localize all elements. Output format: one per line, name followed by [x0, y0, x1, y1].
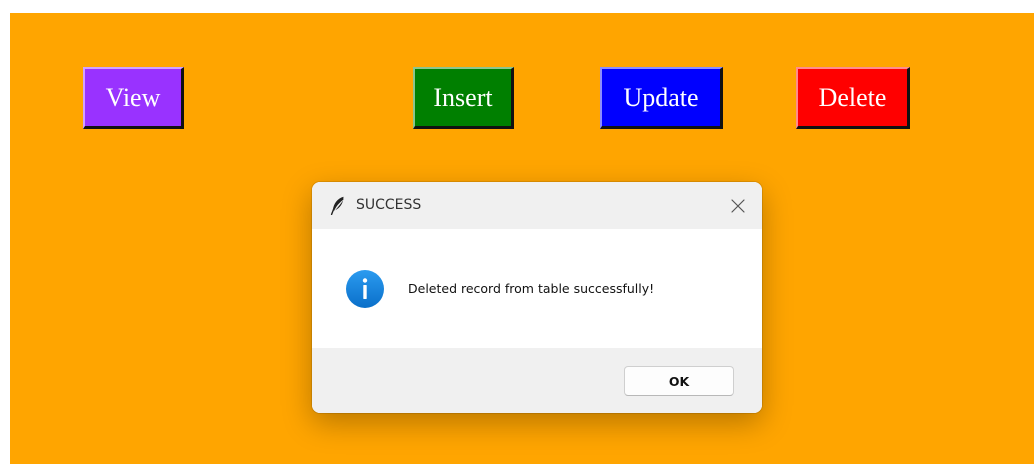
close-button[interactable]: [722, 190, 754, 222]
dialog-title: SUCCESS: [356, 197, 422, 213]
success-dialog: SUCCESS Deleted record from table succes…: [312, 182, 762, 413]
delete-button[interactable]: Delete: [796, 67, 910, 129]
info-icon: [346, 270, 384, 308]
dialog-body: Deleted record from table successfully!: [312, 229, 762, 348]
dialog-titlebar: SUCCESS: [312, 182, 762, 229]
feather-icon: [330, 196, 344, 215]
update-button[interactable]: Update: [600, 67, 723, 129]
close-icon: [731, 199, 745, 213]
insert-button[interactable]: Insert: [413, 67, 514, 129]
dialog-message: Deleted record from table successfully!: [408, 281, 655, 296]
dialog-footer: OK: [312, 348, 762, 413]
ok-button[interactable]: OK: [624, 366, 734, 396]
view-button[interactable]: View: [83, 67, 184, 129]
